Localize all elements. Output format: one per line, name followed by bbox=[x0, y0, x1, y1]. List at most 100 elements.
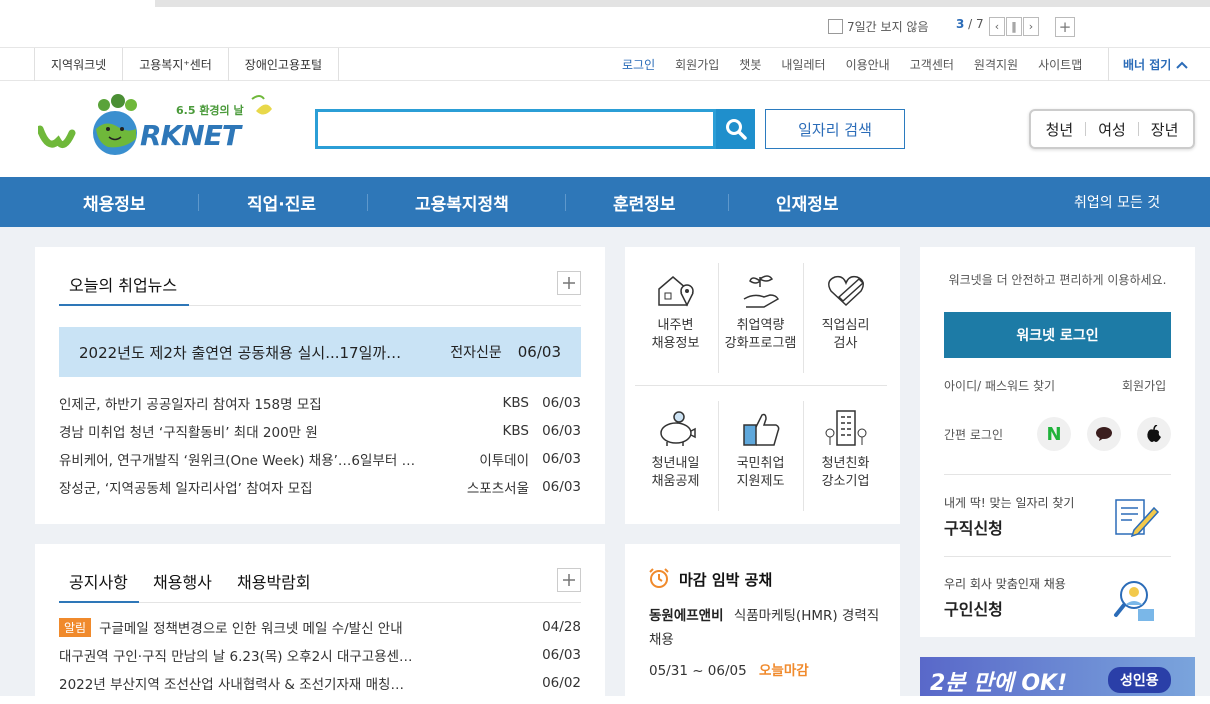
building-trees-icon bbox=[825, 410, 866, 446]
notice-item[interactable]: 2022년 부산지역 조선산업 사내협력사 & 조선기자재 매칭… 06/02 bbox=[59, 669, 581, 697]
family-site-links: 지역워크넷 고용복지⁺센터 장애인고용포털 bbox=[34, 48, 340, 81]
find-id-password-link[interactable]: 아이디/ 패스워드 찾기 bbox=[944, 377, 1055, 394]
tab-notices[interactable]: 공지사항 bbox=[69, 569, 128, 593]
banner-pause-button[interactable]: ‖ bbox=[1006, 17, 1022, 36]
chatbot-link[interactable]: 챗봇 bbox=[739, 56, 761, 73]
news-highlight-title: 2022년도 제2차 출연연 공동채용 실시...17일까… bbox=[79, 343, 402, 362]
kakao-login-button[interactable] bbox=[1087, 417, 1121, 451]
news-item[interactable]: 인제군, 하반기 공공일자리 참여자 158명 모집 KBS 06/03 bbox=[59, 389, 581, 417]
nav-job-info[interactable]: 채용정보 bbox=[83, 177, 146, 227]
search-input-box[interactable] bbox=[315, 109, 716, 149]
no-show-7days-checkbox[interactable]: 7일간 보지 않음 bbox=[828, 17, 929, 35]
sitemap-link[interactable]: 사이트맵 bbox=[1038, 56, 1082, 73]
guide-link[interactable]: 이용안내 bbox=[846, 56, 890, 73]
logo-tagline: 6.5 환경의 날 bbox=[176, 104, 244, 117]
news-panel: 오늘의 취업뉴스 2022년도 제2차 출연연 공동채용 실시...17일까… … bbox=[35, 247, 605, 524]
worknet-logo[interactable]: 6.5 환경의 날 RKNET bbox=[36, 89, 278, 161]
main-content: 오늘의 취업뉴스 2022년도 제2차 출연연 공동채용 실시...17일까… … bbox=[0, 227, 1210, 704]
family-site-welfare-center[interactable]: 고용복지⁺센터 bbox=[122, 48, 228, 81]
news-highlight-source: 전자신문 bbox=[450, 345, 502, 361]
youth-link[interactable]: 청년 bbox=[1046, 119, 1074, 140]
nav-training[interactable]: 훈련정보 bbox=[613, 177, 676, 227]
main-navigation: 채용정보 직업·진로 고용복지정책 훈련정보 인재정보 취업의 모든 것 bbox=[0, 177, 1210, 227]
tab-job-fairs[interactable]: 채용박람회 bbox=[237, 569, 311, 593]
logo-text: RKNET bbox=[140, 119, 241, 152]
plus-icon bbox=[563, 277, 575, 289]
news-item[interactable]: 경남 미취업 청년 ‘구직활동비’ 최대 200만 원 KBS 06/03 bbox=[59, 417, 581, 445]
women-link[interactable]: 여성 bbox=[1098, 119, 1126, 140]
service-youth-savings[interactable]: 청년내일 채움공제 bbox=[633, 409, 718, 519]
checkbox-box[interactable] bbox=[828, 18, 843, 34]
login-message: 워크넷을 더 안전하고 편리하게 이용하세요. bbox=[948, 273, 1167, 287]
naeil-letter-link[interactable]: 내일레터 bbox=[781, 56, 825, 73]
signup-link[interactable]: 회원가입 bbox=[675, 56, 719, 73]
deadline-company: 동원에프앤비 bbox=[649, 608, 724, 624]
worknet-login-button[interactable]: 워크넷 로그인 bbox=[944, 312, 1171, 358]
service-nearby-jobs[interactable]: 내주변 채용정보 bbox=[633, 271, 718, 381]
family-site-local-worknet[interactable]: 지역워크넷 bbox=[34, 48, 122, 81]
banner-page-current: 3 bbox=[956, 17, 965, 31]
piggy-bank-icon bbox=[659, 411, 696, 446]
notice-panel: 공지사항 채용행사 채용박람회 알림 구글메일 정책변경으로 인한 워크넷 메일… bbox=[35, 544, 605, 704]
banner-pager-buttons: ‹ ‖ › bbox=[989, 17, 1040, 36]
login-link[interactable]: 로그인 bbox=[622, 56, 655, 73]
service-psych-test[interactable]: 직업심리 검사 bbox=[803, 271, 888, 381]
news-highlight[interactable]: 2022년도 제2차 출연연 공동채용 실시...17일까… 전자신문 06/0… bbox=[59, 327, 581, 377]
job-search-button[interactable]: 일자리 검색 bbox=[765, 109, 905, 149]
banner-pager: 3 / 7 bbox=[956, 17, 984, 31]
login-panel: 워크넷을 더 안전하고 편리하게 이용하세요. 워크넷 로그인 아이디/ 패스워… bbox=[920, 247, 1195, 637]
util-links: 로그인 회원가입 챗봇 내일레터 이용안내 고객센터 원격지원 사이트맵 bbox=[622, 48, 1102, 81]
top-banner-image[interactable] bbox=[155, 0, 1210, 7]
banner-page-total: 7 bbox=[976, 17, 984, 31]
apple-login-button[interactable] bbox=[1137, 417, 1171, 451]
deadline-period: 05/31 ~ 06/05 오늘마감 bbox=[649, 663, 809, 679]
promo-text: 2분 만에 OK! bbox=[930, 671, 1068, 696]
heart-pencil-icon bbox=[827, 275, 864, 307]
service-national-employment[interactable]: 국민취업 지원제도 bbox=[718, 409, 803, 519]
banner-prev-button[interactable]: ‹ bbox=[989, 17, 1005, 36]
nav-welfare-policy[interactable]: 고용복지정책 bbox=[415, 177, 509, 227]
notice-item[interactable]: 알림 구글메일 정책변경으로 인한 워크넷 메일 수/발신 안내 04/28 bbox=[59, 613, 581, 641]
senior-link[interactable]: 장년 bbox=[1151, 119, 1179, 140]
news-tab-underline bbox=[59, 304, 189, 306]
nav-all-menu[interactable]: 취업의 모든 것 bbox=[1074, 177, 1160, 227]
house-map-pin-icon bbox=[657, 276, 694, 307]
news-item[interactable]: 유비케어, 연구개발직 ‘원위크(One Week) 채용’…6일부터 … 이투데… bbox=[59, 445, 581, 473]
customer-center-link[interactable]: 고객센터 bbox=[910, 56, 954, 73]
tab-hiring-events[interactable]: 채용행사 bbox=[153, 569, 212, 593]
nav-career[interactable]: 직업·진로 bbox=[247, 177, 316, 227]
banner-next-button[interactable]: › bbox=[1023, 17, 1039, 36]
banner-fold-button[interactable]: 배너 접기 bbox=[1108, 48, 1210, 81]
search-button[interactable] bbox=[716, 109, 755, 149]
promo-banner[interactable]: 2분 만에 OK! 성인용 bbox=[920, 657, 1195, 696]
deadline-status: 오늘마감 bbox=[759, 663, 809, 679]
site-header: 6.5 환경의 날 RKNET 일자리 검색 청년 여성 장년 bbox=[0, 81, 1210, 177]
utility-bar: 지역워크넷 고용복지⁺센터 장애인고용포털 로그인 회원가입 챗봇 내일레터 이… bbox=[0, 47, 1210, 81]
hand-sprout-icon bbox=[743, 275, 779, 308]
simple-login-label: 간편 로그인 bbox=[944, 428, 1004, 442]
alert-badge: 알림 bbox=[59, 617, 92, 637]
notice-tab-underline bbox=[59, 601, 139, 603]
service-capacity-program[interactable]: 취업역량 강화프로그램 bbox=[718, 271, 803, 381]
naver-login-button[interactable]: N bbox=[1037, 417, 1071, 451]
remote-support-link[interactable]: 원격지원 bbox=[974, 56, 1018, 73]
family-site-disabled-portal[interactable]: 장애인고용포털 bbox=[227, 48, 340, 81]
promo-adult-button[interactable]: 성인용 bbox=[1108, 667, 1171, 693]
signup-link-panel[interactable]: 회원가입 bbox=[1122, 377, 1166, 394]
target-group-links: 청년 여성 장년 bbox=[1029, 109, 1195, 149]
deadline-panel: 마감 임박 공채 동원에프앤비 식품마케팅(HMR) 경력직 채용 05/31 … bbox=[625, 544, 900, 704]
news-title[interactable]: 오늘의 취업뉴스 bbox=[69, 272, 177, 296]
notice-more-button[interactable] bbox=[557, 568, 581, 592]
job-seeking-card[interactable]: 내게 딱! 맞는 일자리 찾기 구직신청 bbox=[944, 494, 1171, 539]
plus-icon bbox=[563, 574, 575, 586]
service-youth-friendly-company[interactable]: 청년친화 강소기업 bbox=[803, 409, 888, 519]
news-item[interactable]: 장성군, ‘지역공동체 일자리사업’ 참여자 모집 스포츠서울 06/03 bbox=[59, 473, 581, 501]
news-more-button[interactable] bbox=[557, 271, 581, 295]
banner-add-button[interactable]: + bbox=[1055, 17, 1075, 37]
notice-item[interactable]: 대구권역 구인·구직 만남의 날 6.23(목) 오후2시 대구고용센… 06/… bbox=[59, 641, 581, 669]
top-banner-bar: 7일간 보지 않음 3 / 7 ‹ ‖ › + bbox=[0, 0, 1210, 47]
search-input[interactable] bbox=[318, 112, 713, 146]
nav-talent[interactable]: 인재정보 bbox=[776, 177, 839, 227]
deadline-job-item[interactable]: 동원에프앤비 식품마케팅(HMR) 경력직 채용 bbox=[649, 604, 881, 652]
hiring-card[interactable]: 우리 회사 맞춤인재 채용 구인신청 bbox=[944, 575, 1171, 621]
